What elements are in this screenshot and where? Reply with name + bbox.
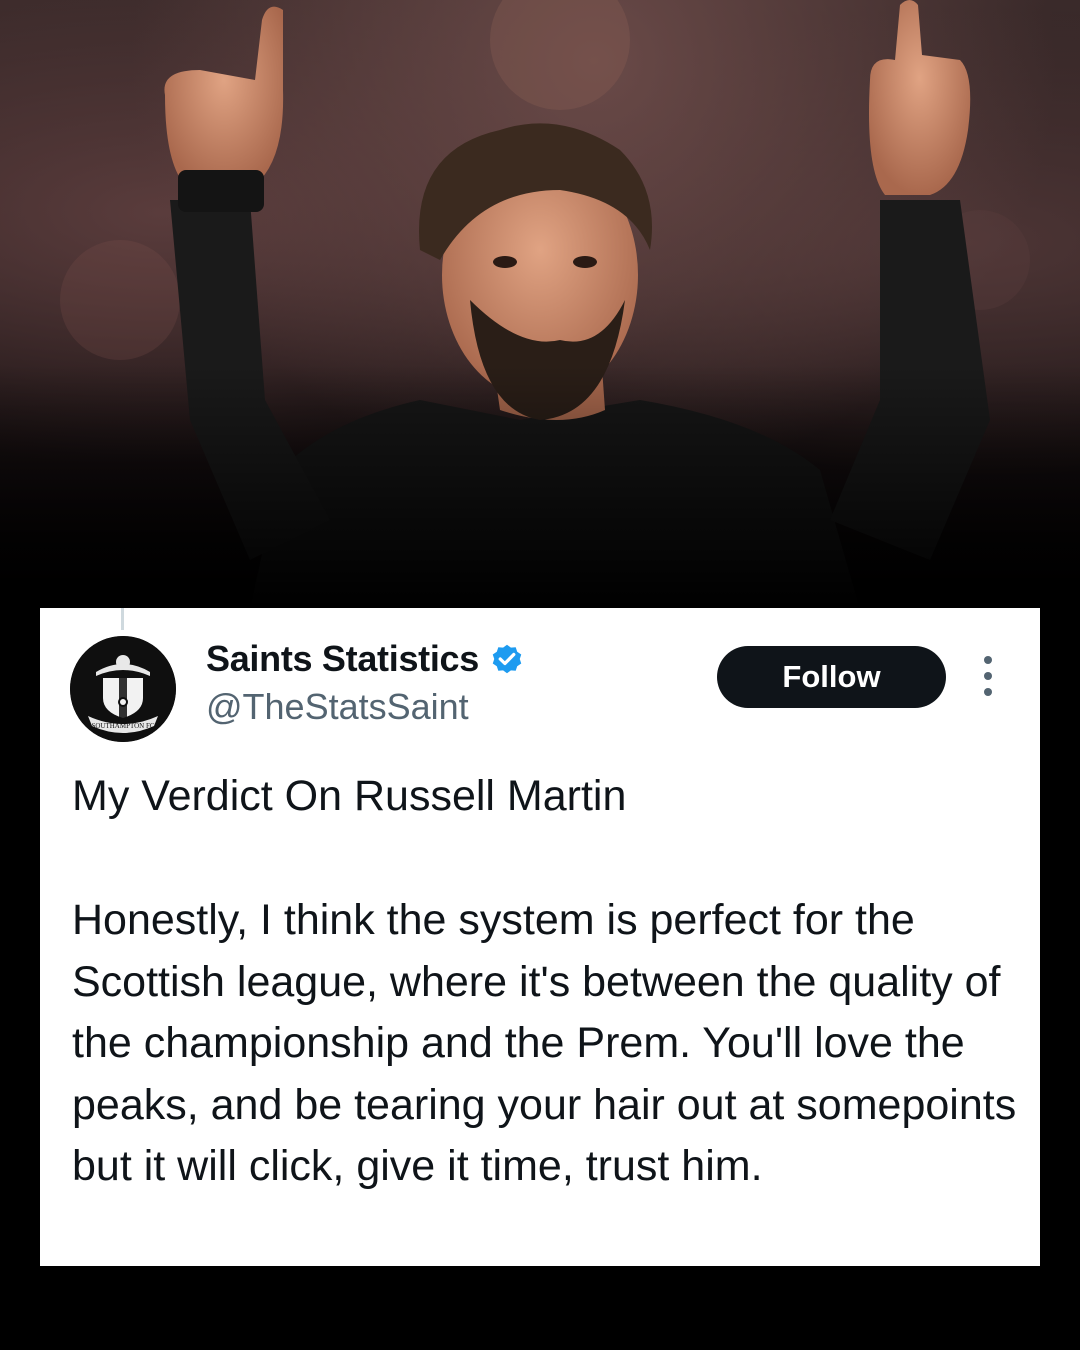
southampton-fc-crest-icon[interactable]: SOUTHAMPTON FC [70, 636, 176, 742]
follow-button[interactable]: Follow [717, 646, 946, 708]
display-name-row[interactable]: Saints Statistics [206, 638, 525, 680]
tweet-body: Honestly, I think the system is perfect … [72, 896, 1017, 1190]
header-photo [0, 0, 1080, 608]
display-name[interactable]: Saints Statistics [206, 638, 479, 680]
thread-line [121, 608, 124, 630]
verified-badge-icon [489, 641, 525, 677]
coach-thumbs-up-photo [0, 0, 1080, 608]
more-options-icon[interactable] [978, 656, 998, 696]
svg-text:SOUTHAMPTON FC: SOUTHAMPTON FC [91, 722, 154, 730]
user-handle[interactable]: @TheStatsSaint [206, 686, 469, 728]
tweet-title: My Verdict On Russell Martin [72, 772, 627, 820]
tweet-card[interactable]: SOUTHAMPTON FC Saints Statistics @TheSta… [40, 608, 1040, 1266]
